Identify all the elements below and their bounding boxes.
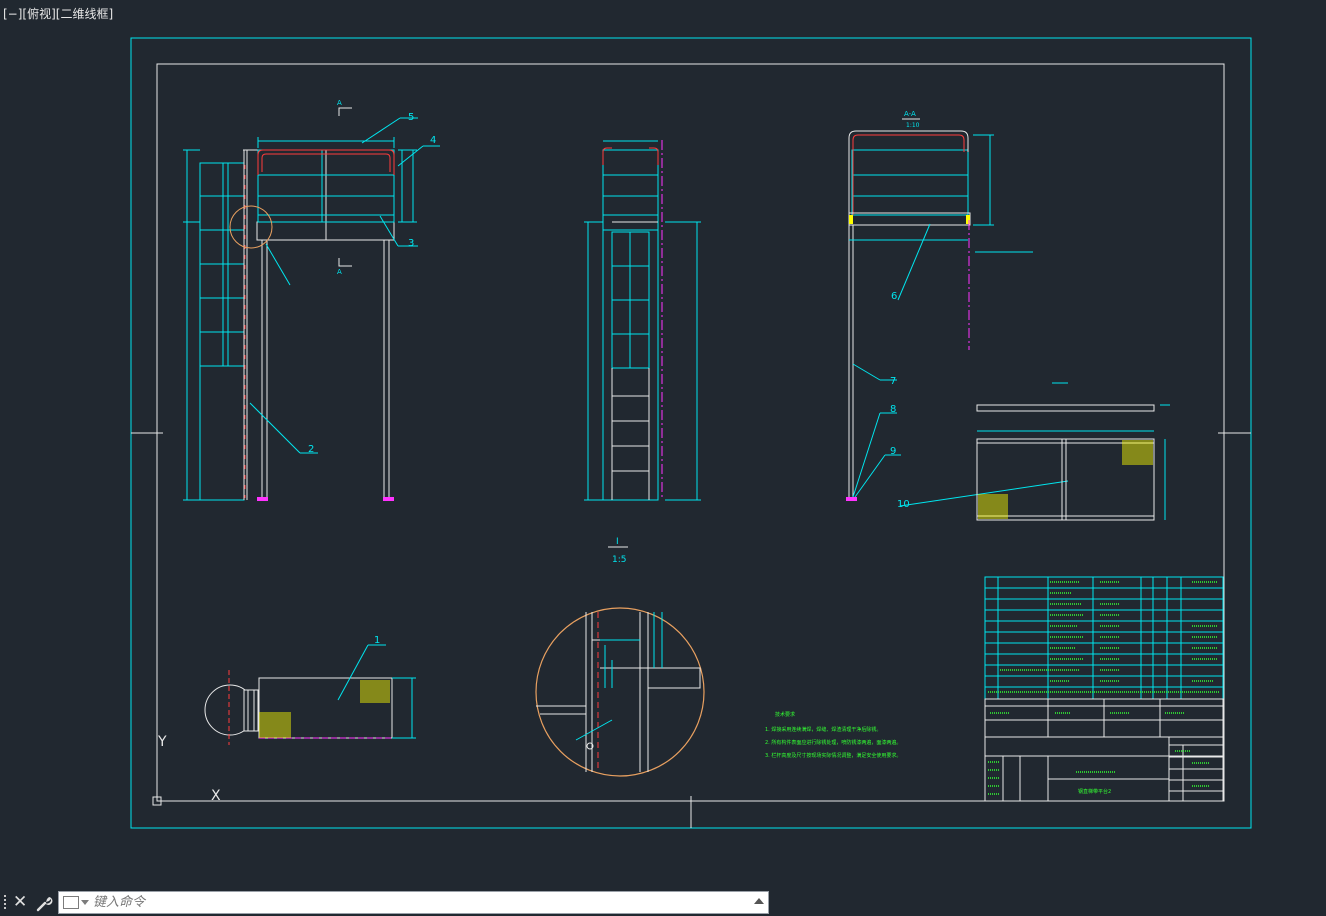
technical-notes: 技术要求 1. 焊接采用连续满焊，焊缝、焊渣清理干净后除锈。 2. 所有构件表面… xyxy=(765,711,901,759)
callout-7: 7 xyxy=(890,376,896,387)
section-a-a-view: A-A 1:10 6 7 8 9 10 xyxy=(846,110,1069,510)
title-block xyxy=(984,698,1224,802)
command-history-up-icon[interactable] xyxy=(754,898,764,904)
callout-1: 1 xyxy=(374,635,380,646)
sheet-border xyxy=(130,37,1252,829)
platform-plan-view xyxy=(976,382,1170,521)
note-2: 2. 所有构件表面应进行除锈处理，喷防锈漆两遍，面漆两遍。 xyxy=(765,739,901,746)
callout-5: 5 xyxy=(408,112,414,123)
drawing-title: 钢直梯带平台2 xyxy=(1078,788,1111,795)
callout-8: 8 xyxy=(890,404,896,415)
top-plan-view: 1 xyxy=(204,635,416,745)
centering-marks xyxy=(131,432,1251,828)
callout-6: 6 xyxy=(891,291,897,302)
chevron-down-icon[interactable] xyxy=(81,900,89,905)
ucs-icon xyxy=(152,746,209,806)
callout-2: 2 xyxy=(308,444,314,455)
close-icon[interactable]: ✕ xyxy=(13,891,27,913)
notes-title: 技术要求 xyxy=(775,711,795,718)
command-input-box[interactable] xyxy=(58,891,769,914)
callout-9: 9 xyxy=(890,446,896,457)
callout-4: 4 xyxy=(430,135,436,146)
ucs-y-label: Y xyxy=(157,734,167,750)
command-prompt-icon[interactable] xyxy=(63,896,79,909)
side-elevation-view: I 1:5 xyxy=(584,140,701,565)
ucs-x-label: X xyxy=(211,788,221,804)
drawing-canvas[interactable]: A A 5 4 3 2 I 1:5 A-A 1:10 6 7 8 9 10 1 … xyxy=(0,0,1326,888)
command-input[interactable] xyxy=(93,892,733,913)
section-scale: 1:10 xyxy=(906,122,920,129)
command-line-grip-handle[interactable] xyxy=(4,895,10,911)
note-3: 3. 栏杆高度及尺寸按现场实际情况调整，满足安全使用要求。 xyxy=(765,752,901,759)
command-line-bar: ✕ xyxy=(0,888,1326,916)
title-block-entries xyxy=(988,712,1210,795)
wrench-icon[interactable] xyxy=(34,893,54,913)
detail-i-view xyxy=(535,607,705,777)
callout-3: 3 xyxy=(408,238,414,249)
detail-view-scale: 1:5 xyxy=(612,555,626,565)
detail-view-label: I xyxy=(616,537,619,547)
front-elevation-view: A A 5 4 3 2 xyxy=(183,99,440,501)
callout-10: 10 xyxy=(897,499,910,510)
section-marker-top: A xyxy=(337,99,342,107)
section-title: A-A xyxy=(904,110,916,118)
note-1: 1. 焊接采用连续满焊，焊缝、焊渣清理干净后除锈。 xyxy=(765,726,881,733)
section-marker-bottom: A xyxy=(337,268,342,276)
